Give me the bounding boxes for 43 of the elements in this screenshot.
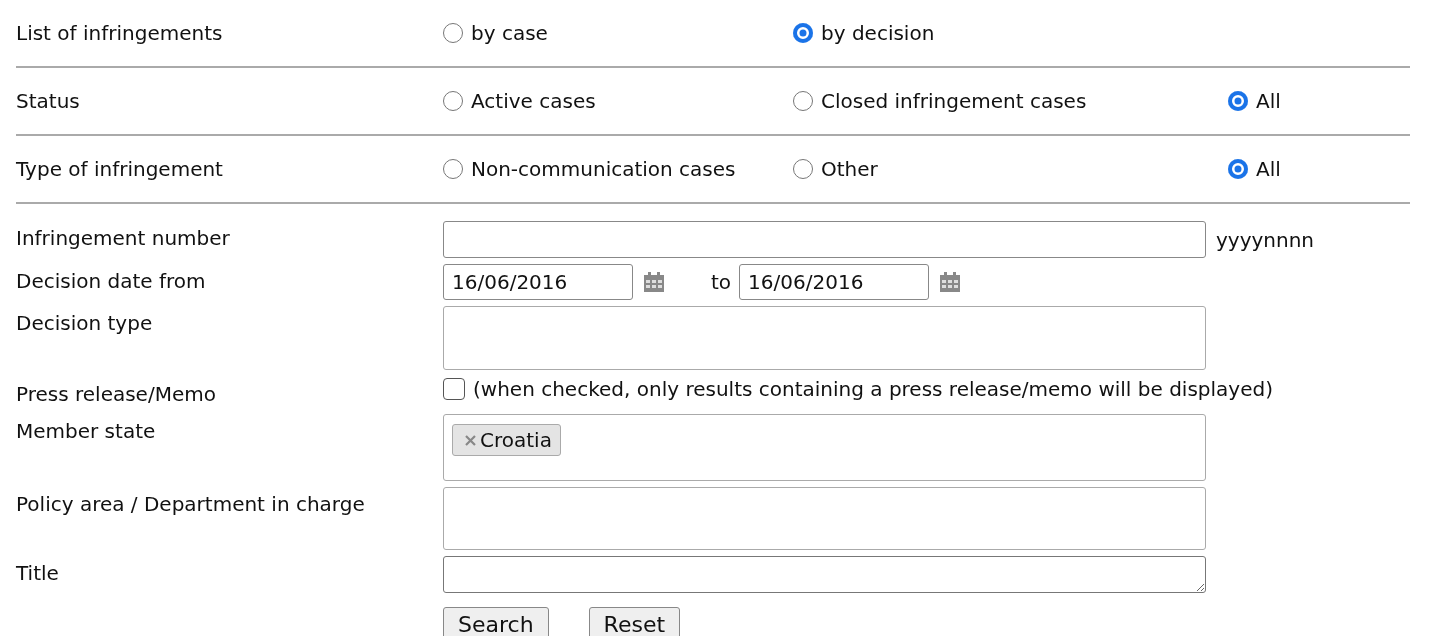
input-field[interactable] <box>443 221 1206 258</box>
calendar-icon[interactable] <box>939 271 962 293</box>
filter-label: List of infringements <box>16 21 224 45</box>
date-field[interactable]: 16/06/2016 <box>739 264 930 300</box>
radio-button[interactable] <box>793 23 813 43</box>
remove-icon[interactable] <box>465 434 476 446</box>
radio-button[interactable] <box>443 159 463 179</box>
radio-label[interactable]: by decision <box>821 21 935 45</box>
filter-label: Status <box>16 89 81 113</box>
radio-label[interactable]: All <box>1256 157 1281 181</box>
field-label: Title <box>16 560 60 585</box>
checkbox[interactable] <box>443 378 465 400</box>
multi-select-field[interactable] <box>443 306 1206 370</box>
radio-label[interactable]: Active cases <box>471 89 596 113</box>
field-label: Infringement number <box>16 225 231 250</box>
radio-button[interactable] <box>443 23 463 43</box>
selected-tag[interactable]: Croatia <box>452 424 561 456</box>
field-label: Member state <box>16 418 157 443</box>
field-label: Decision date from <box>16 268 207 293</box>
radio-button[interactable] <box>1228 91 1248 111</box>
multi-select-field[interactable] <box>443 487 1206 550</box>
radio-label[interactable]: Non-communication cases <box>471 157 736 181</box>
filter-label: Type of infringement <box>16 157 224 181</box>
checkbox-note: (when checked, only results containing a press release/memo will be displayed) <box>473 377 1273 401</box>
radio-label[interactable]: Other <box>821 157 878 181</box>
calendar-icon[interactable] <box>643 271 665 293</box>
format-hint: yyyynnnn <box>1216 227 1315 252</box>
multi-select-field[interactable]: Croatia <box>443 414 1206 481</box>
radio-label[interactable]: by case <box>471 21 548 45</box>
field-label: Decision type <box>16 310 154 335</box>
date-field[interactable]: 16/06/2016 <box>443 264 633 300</box>
field-label: Press release/Memo <box>16 381 217 406</box>
form-button[interactable]: Search <box>443 607 549 636</box>
field-label: Policy area / Department in charge <box>16 491 366 516</box>
form-button[interactable]: Reset <box>588 607 681 636</box>
radio-button[interactable] <box>793 159 813 179</box>
radio-label[interactable]: All <box>1256 89 1281 113</box>
radio-label[interactable]: Closed infringement cases <box>821 89 1087 113</box>
to-label: to <box>711 270 732 294</box>
radio-button[interactable] <box>443 91 463 111</box>
radio-button[interactable] <box>793 91 813 111</box>
text-area[interactable] <box>443 556 1206 593</box>
radio-button[interactable] <box>1228 159 1248 179</box>
